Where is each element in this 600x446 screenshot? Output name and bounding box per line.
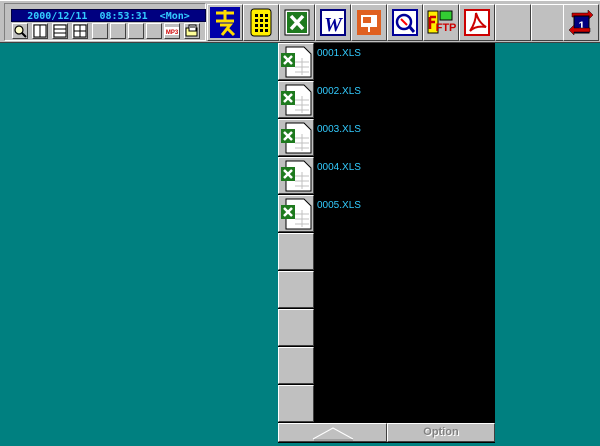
excel-file-icon: [281, 198, 312, 230]
option-button[interactable]: Option: [387, 423, 495, 442]
mini-slot-5[interactable]: [92, 23, 108, 39]
up-arrow-icon: [312, 427, 354, 441]
layout-grid-icon: [73, 24, 87, 38]
file-name[interactable]: 0002.XLS: [317, 86, 361, 98]
file-list-panel: 0001.XLS 0002.XLS 0003.XLS 0004.XLS 0005…: [278, 43, 495, 443]
mp3-button[interactable]: MP3: [164, 23, 180, 39]
panel-footer: Option: [278, 423, 495, 442]
file-button-0002[interactable]: [278, 81, 314, 118]
mp3-icon: MP3: [165, 27, 179, 36]
open-folder-button[interactable]: [184, 23, 200, 39]
virtual-desktop-icon: 1: [568, 9, 594, 36]
explorer-icon: [392, 9, 418, 36]
empty-file-slot[interactable]: [278, 233, 314, 270]
file-button-0004[interactable]: [278, 157, 314, 194]
empty-file-slot[interactable]: [278, 271, 314, 308]
layout-two-column-button[interactable]: [32, 23, 48, 39]
ichitaro-button[interactable]: [207, 4, 243, 41]
file-button-0003[interactable]: [278, 119, 314, 156]
empty-launch-slot-1[interactable]: [495, 4, 531, 41]
mini-slot-6[interactable]: [110, 23, 126, 39]
file-name[interactable]: 0001.XLS: [317, 48, 361, 60]
open-folder-icon: [185, 24, 198, 37]
empty-file-slot[interactable]: [278, 309, 314, 346]
excel-icon: [284, 9, 310, 36]
toolbar: 2000/12/11 08:53:31 <Mon> MP3 W FTP 1: [0, 0, 600, 43]
phone-dialer-icon: [250, 8, 272, 37]
magnifier-icon: [14, 25, 27, 38]
powerpoint-button[interactable]: [351, 4, 387, 41]
explorer-button[interactable]: [387, 4, 423, 41]
acrobat-icon: [464, 9, 490, 36]
empty-file-slot[interactable]: [278, 385, 314, 422]
excel-button[interactable]: [279, 4, 315, 41]
powerpoint-icon: [357, 10, 381, 35]
layout-two-column-icon: [33, 24, 47, 38]
svg-text:MP3: MP3: [166, 30, 179, 36]
layout-rows-button[interactable]: [52, 23, 68, 39]
acrobat-button[interactable]: [459, 4, 495, 41]
mini-slot-8[interactable]: [146, 23, 162, 39]
scroll-up-button[interactable]: [278, 423, 387, 442]
excel-file-icon: [281, 160, 312, 192]
word-icon: W: [320, 9, 346, 36]
file-name[interactable]: 0004.XLS: [317, 162, 361, 174]
ftp-icon: FTP: [427, 10, 456, 34]
file-name[interactable]: 0003.XLS: [317, 124, 361, 136]
layout-grid-button[interactable]: [72, 23, 88, 39]
empty-launch-slot-2[interactable]: [531, 4, 567, 41]
phone-dialer-button[interactable]: [243, 4, 279, 41]
layout-rows-icon: [53, 24, 67, 38]
ftp-button[interactable]: FTP: [423, 4, 459, 41]
mini-slot-7[interactable]: [128, 23, 144, 39]
file-name[interactable]: 0005.XLS: [317, 200, 361, 212]
clock-display: 2000/12/11 08:53:31 <Mon>: [11, 9, 206, 22]
excel-file-icon: [281, 46, 312, 78]
file-button-0001[interactable]: [278, 43, 314, 80]
empty-file-slot[interactable]: [278, 347, 314, 384]
excel-file-icon: [281, 122, 312, 154]
excel-file-icon: [281, 84, 312, 116]
svg-text:FTP: FTP: [436, 22, 456, 34]
virtual-desktop-button[interactable]: 1: [563, 4, 599, 41]
svg-text:W: W: [324, 14, 343, 36]
word-button[interactable]: W: [315, 4, 351, 41]
ichitaro-icon: [210, 7, 240, 38]
file-button-0005[interactable]: [278, 195, 314, 232]
search-button[interactable]: [12, 23, 28, 39]
